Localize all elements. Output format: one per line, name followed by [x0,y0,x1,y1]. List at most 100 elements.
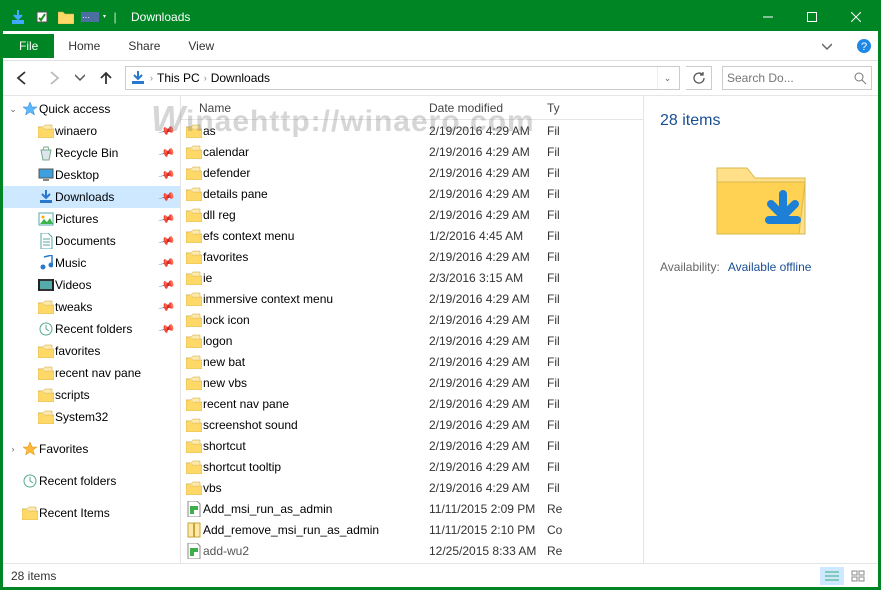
tree-label: Desktop [55,168,160,182]
minimize-button[interactable] [746,3,790,31]
column-type[interactable]: Ty [547,101,587,115]
file-row[interactable]: ie2/3/2016 3:15 AMFil [181,267,643,288]
tree-item-scripts[interactable]: scripts [3,384,180,406]
breadcrumb-downloads[interactable]: Downloads [209,67,274,89]
tab-share[interactable]: Share [114,31,174,60]
folder-icon [37,124,55,138]
file-date: 2/19/2016 4:29 AM [429,418,547,432]
file-type: Re [547,544,587,558]
file-row[interactable]: as2/19/2016 4:29 AMFil [181,120,643,141]
file-date: 2/3/2016 3:15 AM [429,271,547,285]
file-row[interactable]: logon2/19/2016 4:29 AMFil [181,330,643,351]
qat-properties-icon[interactable] [31,6,53,28]
tree-item-pictures[interactable]: Pictures📌 [3,208,180,230]
file-row[interactable]: details pane2/19/2016 4:29 AMFil [181,183,643,204]
address-bar[interactable]: › This PC › Downloads ⌄ [125,66,680,90]
details-view-button[interactable] [820,567,844,585]
folder-icon [185,292,203,306]
tree-label: recent nav pane [55,366,176,380]
tree-favorites[interactable]: › Favorites [3,438,180,460]
tree-item-winaero[interactable]: winaero📌 [3,120,180,142]
refresh-button[interactable] [686,66,712,90]
file-menu[interactable]: File [3,34,54,58]
file-row[interactable]: calendar2/19/2016 4:29 AMFil [181,141,643,162]
file-name: add-wu2 [203,544,429,558]
close-button[interactable] [834,3,878,31]
forward-button[interactable] [41,65,67,91]
tree-item-videos[interactable]: Videos📌 [3,274,180,296]
tree-quick-access[interactable]: ⌄Quick access [3,98,180,120]
file-row[interactable]: favorites2/19/2016 4:29 AMFil [181,246,643,267]
tree-label: scripts [55,388,176,402]
file-row[interactable]: new bat2/19/2016 4:29 AMFil [181,351,643,372]
chevron-icon[interactable]: ⌄ [5,104,21,115]
file-row[interactable]: defender2/19/2016 4:29 AMFil [181,162,643,183]
tree-item-desktop[interactable]: Desktop📌 [3,164,180,186]
address-dropdown-icon[interactable]: ⌄ [657,67,677,89]
pin-icon: 📌 [158,121,178,140]
search-placeholder: Search Do... [727,71,794,85]
file-name: efs context menu [203,229,429,243]
breadcrumb-this-pc[interactable]: This PC [155,67,204,89]
tree-item-documents[interactable]: Documents📌 [3,230,180,252]
file-row[interactable]: Add_msi_run_as_admin11/11/2015 2:09 PMRe [181,498,643,519]
file-type: Fil [547,376,587,390]
file-row[interactable]: shortcut tooltip2/19/2016 4:29 AMFil [181,456,643,477]
tree-recent-folders[interactable]: Recent folders [3,470,180,492]
file-row[interactable]: lock icon2/19/2016 4:29 AMFil [181,309,643,330]
ribbon-expand-icon[interactable] [822,41,850,51]
up-button[interactable] [93,65,119,91]
file-row[interactable]: efs context menu1/2/2016 4:45 AMFil [181,225,643,246]
file-name: ie [203,271,429,285]
folder-icon [185,187,203,201]
file-row[interactable]: screenshot sound2/19/2016 4:29 AMFil [181,414,643,435]
qat-downloads-icon[interactable] [7,6,29,28]
file-row[interactable]: add-wu212/25/2015 8:33 AMRe [181,540,643,561]
file-row[interactable]: immersive context menu2/19/2016 4:29 AMF… [181,288,643,309]
recent-locations-button[interactable] [73,65,87,91]
column-date[interactable]: Date modified [429,101,547,115]
file-row[interactable]: Add_remove_msi_run_as_admin11/11/2015 2:… [181,519,643,540]
file-name: as [203,124,429,138]
file-row[interactable]: vbs2/19/2016 4:29 AMFil [181,477,643,498]
file-list[interactable]: as2/19/2016 4:29 AMFilcalendar2/19/2016 … [181,120,643,563]
file-name: recent nav pane [203,397,429,411]
folder-icon [185,460,203,474]
availability-label: Availability: [660,260,720,274]
tree-item-recent-nav-pane[interactable]: recent nav pane [3,362,180,384]
back-button[interactable] [9,65,35,91]
file-row[interactable]: recent nav pane2/19/2016 4:29 AMFil [181,393,643,414]
tree-item-favorites[interactable]: favorites [3,340,180,362]
maximize-button[interactable] [790,3,834,31]
qat-new-folder-icon[interactable] [55,6,77,28]
chevron-icon[interactable]: › [5,444,21,454]
tree-item-recycle-bin[interactable]: Recycle Bin📌 [3,142,180,164]
file-type: Fil [547,460,587,474]
help-button[interactable]: ? [850,32,878,60]
large-icons-view-button[interactable] [846,567,870,585]
tree-item-music[interactable]: Music📌 [3,252,180,274]
file-date: 2/19/2016 4:29 AM [429,460,547,474]
tree-item-downloads[interactable]: Downloads📌 [3,186,180,208]
address-downloads-icon[interactable] [128,67,150,89]
tab-home[interactable]: Home [54,31,114,60]
file-row[interactable]: dll reg2/19/2016 4:29 AMFil [181,204,643,225]
tree-item-recent-folders[interactable]: Recent folders📌 [3,318,180,340]
tree-item-tweaks[interactable]: tweaks📌 [3,296,180,318]
tree-label: Favorites [39,442,176,456]
tree-recent-items[interactable]: Recent Items [3,502,180,524]
file-row[interactable]: shortcut2/19/2016 4:29 AMFil [181,435,643,456]
folder-icon [185,376,203,390]
tree-item-system32[interactable]: System32 [3,406,180,428]
qat-customize-icon[interactable]: ⋯ [79,6,109,28]
file-type: Fil [547,313,587,327]
folder-icon [185,229,203,243]
search-box[interactable]: Search Do... [722,66,872,90]
file-date: 11/11/2015 2:09 PM [429,502,547,516]
folder-icon [37,388,55,402]
file-name: dll reg [203,208,429,222]
tab-view[interactable]: View [174,31,228,60]
svg-text:?: ? [861,41,867,53]
column-name[interactable]: Name [199,101,429,115]
file-row[interactable]: new vbs2/19/2016 4:29 AMFil [181,372,643,393]
